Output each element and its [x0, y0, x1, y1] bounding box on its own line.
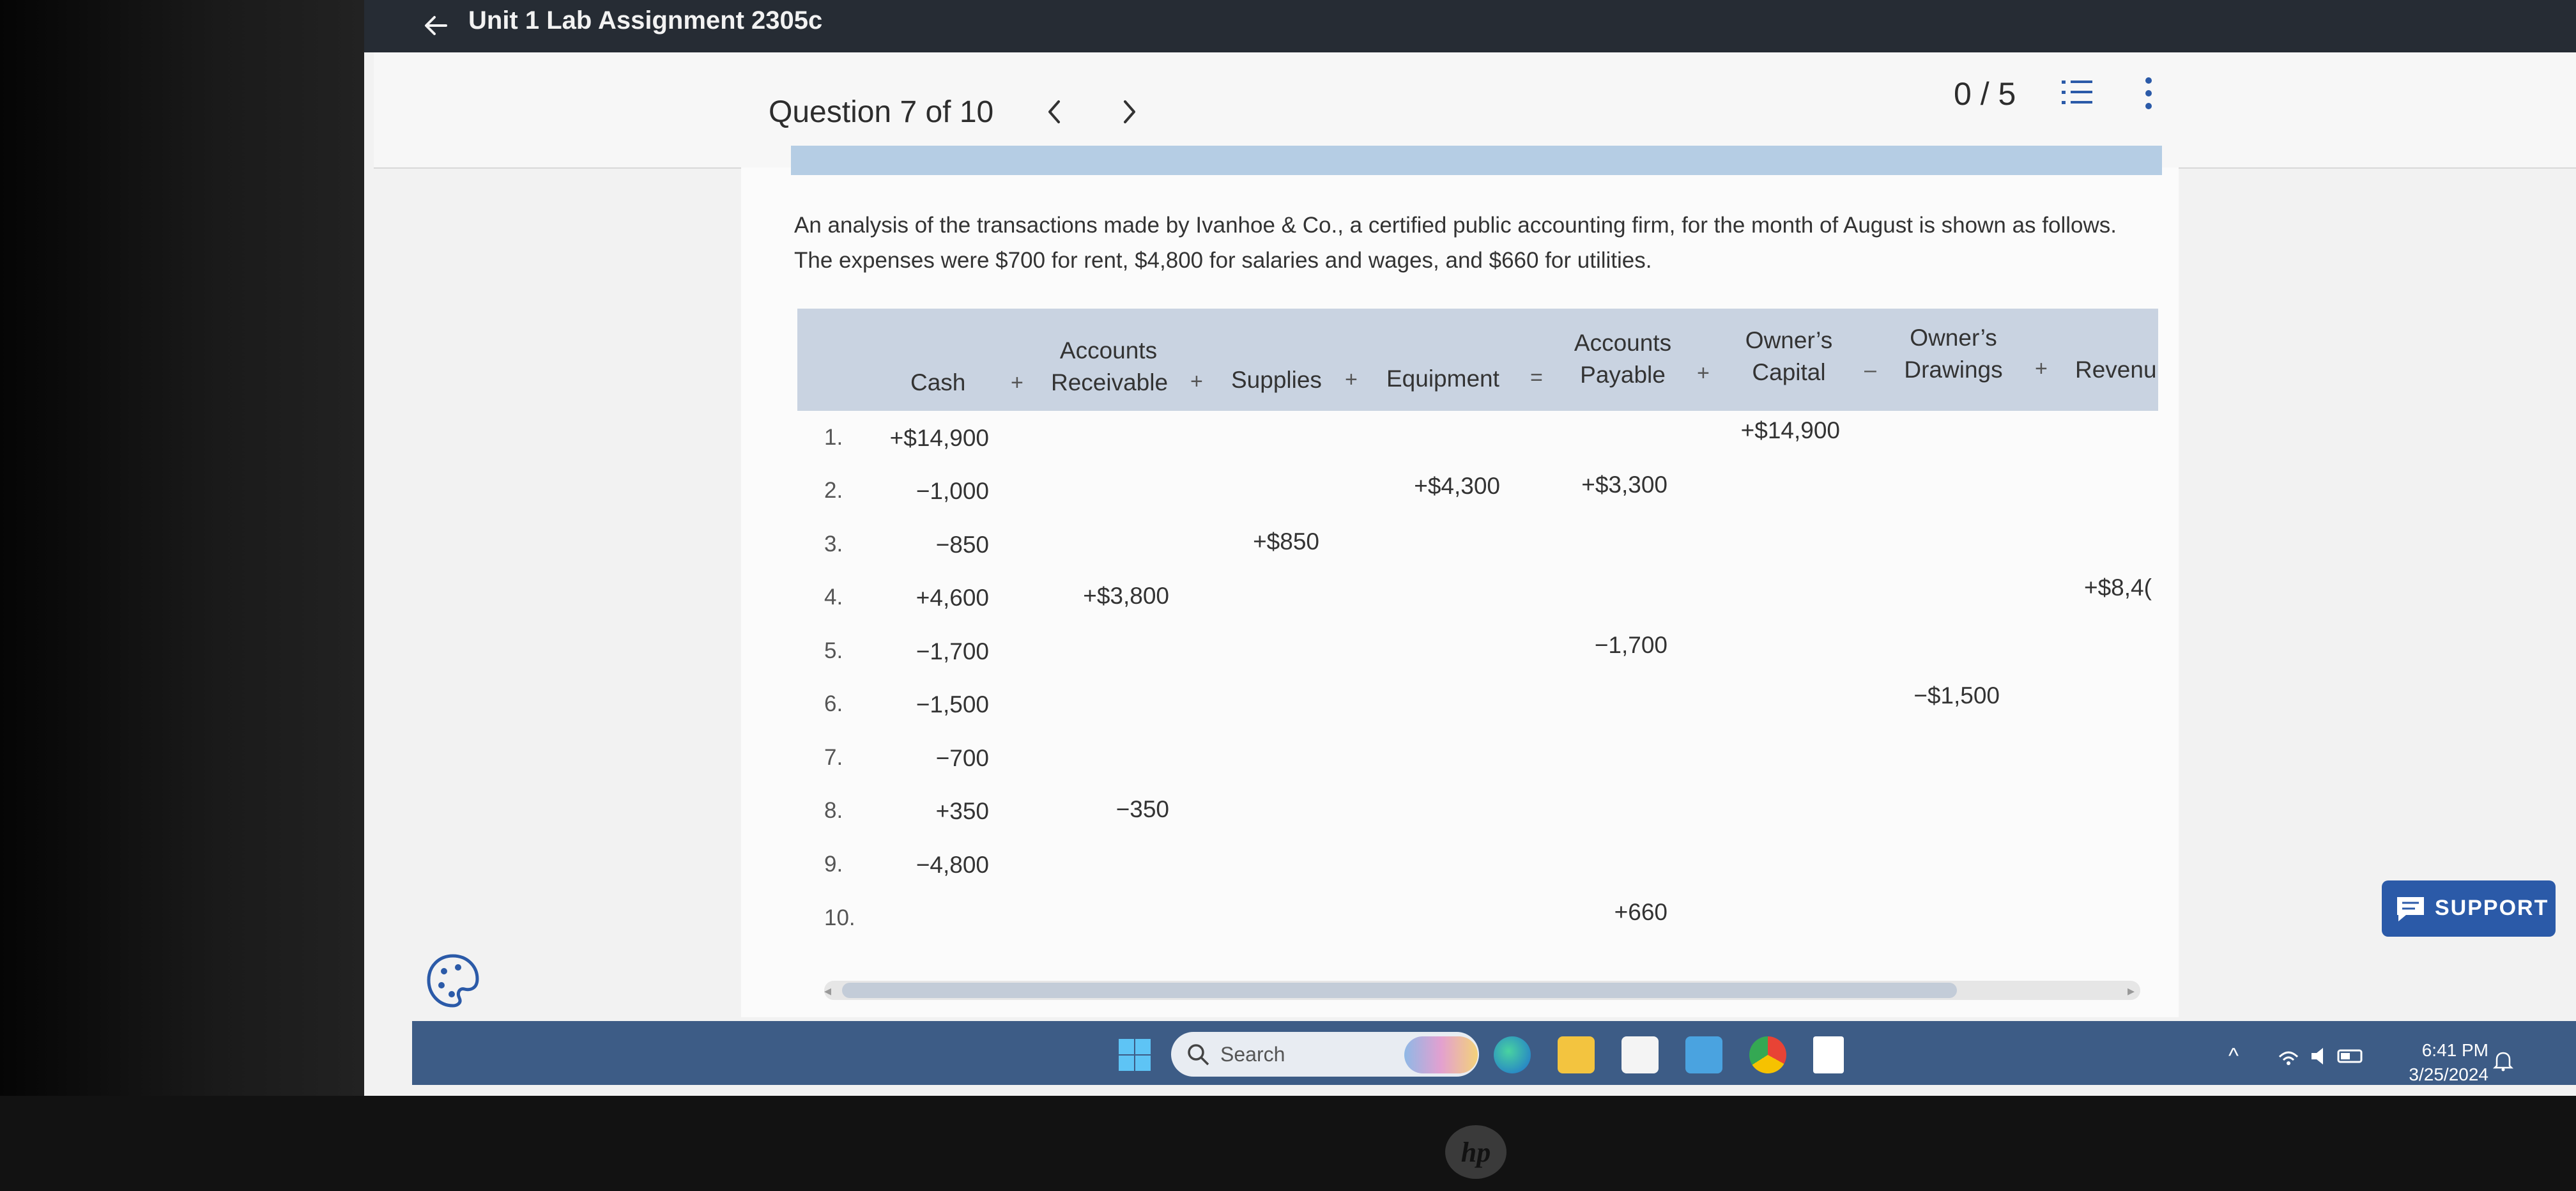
row-number: 4. [824, 585, 843, 610]
cell-cash: +4,600 [916, 585, 989, 611]
row-number: 9. [824, 852, 843, 877]
header-drawings-line-1: Owner’s [1910, 325, 1997, 351]
search-highlight-icon[interactable] [1404, 1036, 1478, 1073]
row-number: 7. [824, 745, 843, 770]
search-placeholder: Search [1220, 1043, 1285, 1066]
row-number: 6. [824, 691, 843, 716]
operator-plus: + [1190, 369, 1203, 394]
laptop-bezel-left [0, 0, 364, 1191]
row-number: 1. [824, 425, 843, 450]
row-number: 8. [824, 798, 843, 823]
header-supplies: Supplies [1231, 367, 1322, 393]
file-explorer-icon[interactable] [1558, 1036, 1595, 1073]
more-options-icon[interactable] [2140, 75, 2157, 111]
cell-supplies: +$850 [1253, 528, 1319, 555]
header-capital-line-1: Owner’s [1745, 327, 1833, 353]
cell-cash: −850 [935, 532, 989, 558]
question-banner [791, 146, 2162, 175]
cell-ap: +$3,300 [1581, 472, 1667, 498]
accessibility-icon[interactable] [425, 952, 481, 1008]
scroll-left-arrow-icon[interactable]: ◂ [824, 983, 831, 999]
operator-plus: + [1345, 367, 1358, 392]
score-display: 0 / 5 [1954, 76, 2016, 112]
header-ar-line-2: Receivable [1051, 369, 1169, 396]
back-arrow-icon[interactable] [422, 12, 450, 40]
mail-icon[interactable] [1685, 1036, 1722, 1073]
row-number: 2. [824, 478, 843, 503]
header-drawings-line-2: Drawings [1904, 357, 2003, 383]
cell-cash: −700 [935, 745, 989, 771]
system-clock[interactable]: 6:41 PM 3/25/2024 [2393, 1038, 2488, 1087]
course-title[interactable]: Unit 1 Lab Assignment 2305c [468, 6, 822, 35]
row-number: 3. [824, 532, 843, 557]
cell-equipment: +$4,300 [1414, 473, 1500, 499]
cell-cash: +350 [935, 798, 989, 824]
header-accounts-payable: Accounts Payable [1568, 327, 1677, 391]
cell-cash: −4,800 [916, 852, 989, 878]
next-question-icon[interactable] [1114, 93, 1146, 131]
chat-bubble-icon [2397, 897, 2424, 921]
microsoft-store-icon[interactable] [1621, 1036, 1659, 1073]
cell-cash: −1,700 [916, 638, 989, 665]
operator-plus: + [2035, 357, 2048, 381]
cell-ar: +$3,800 [1083, 583, 1169, 609]
header-revenue: Revenu [2075, 357, 2156, 383]
clock-time: 6:41 PM [2421, 1040, 2488, 1060]
header-ar-line-1: Accounts [1059, 337, 1158, 364]
header-accounts-receivable: Accounts Receivable [1051, 335, 1169, 399]
document-icon[interactable] [1813, 1036, 1844, 1073]
header-equipment: Equipment [1386, 365, 1499, 392]
operator-equals: = [1530, 365, 1543, 390]
cell-ap: −1,700 [1594, 632, 1667, 658]
notification-bell-icon[interactable] [2492, 1049, 2515, 1072]
laptop-bezel-bottom [0, 1096, 2576, 1191]
header-ap-line-2: Payable [1580, 362, 1666, 388]
cell-cash: +$14,900 [889, 425, 989, 451]
hp-logo-icon: hp [1445, 1125, 1506, 1179]
header-owners-capital: Owner’s Capital [1741, 325, 1837, 388]
question-counter: Question 7 of 10 [769, 95, 994, 129]
row-number: 5. [824, 638, 843, 663]
cell-ap: +660 [1614, 899, 1667, 925]
search-icon [1188, 1044, 1209, 1066]
question-list-icon[interactable] [2060, 77, 2094, 109]
header-owners-drawings: Owner’s Drawings [1901, 322, 2006, 386]
problem-line-2: The expenses were $700 for rent, $4,800 … [794, 248, 1652, 273]
cell-cash: −1,500 [916, 691, 989, 718]
scroll-right-arrow-icon[interactable]: ▸ [2128, 983, 2135, 999]
row-number: 10. [824, 905, 855, 930]
header-cash: Cash [910, 369, 966, 396]
cell-ar: −350 [1116, 796, 1169, 822]
svg-text:hp: hp [1461, 1137, 1491, 1168]
clock-date: 3/25/2024 [2409, 1064, 2488, 1084]
problem-text: An analysis of the transactions made by … [794, 208, 2168, 278]
operator-minus: – [1864, 358, 1876, 382]
operator-plus: + [1697, 361, 1710, 385]
cell-revenue: +$8,4( [2084, 574, 2152, 601]
problem-line-1: An analysis of the transactions made by … [794, 213, 2117, 238]
cell-cash: −1,000 [916, 478, 989, 504]
table-scrollbar-thumb[interactable] [842, 983, 1957, 998]
tray-status-icons[interactable] [2274, 1043, 2370, 1068]
support-label: SUPPORT [2435, 896, 2549, 920]
cell-capital: +$14,900 [1740, 417, 1840, 443]
operator-plus: + [1011, 371, 1023, 395]
tray-overflow-chevron-icon[interactable]: ^ [2228, 1044, 2239, 1069]
windows-start-icon[interactable] [1118, 1038, 1151, 1072]
edge-browser-icon[interactable] [1494, 1036, 1531, 1073]
header-ap-line-1: Accounts [1574, 330, 1672, 356]
cell-drawings: −$1,500 [1913, 682, 2000, 709]
chrome-icon[interactable] [1749, 1036, 1786, 1073]
header-capital-line-2: Capital [1752, 359, 1826, 385]
support-button[interactable]: SUPPORT [2382, 880, 2556, 937]
previous-question-icon[interactable] [1038, 93, 1070, 131]
